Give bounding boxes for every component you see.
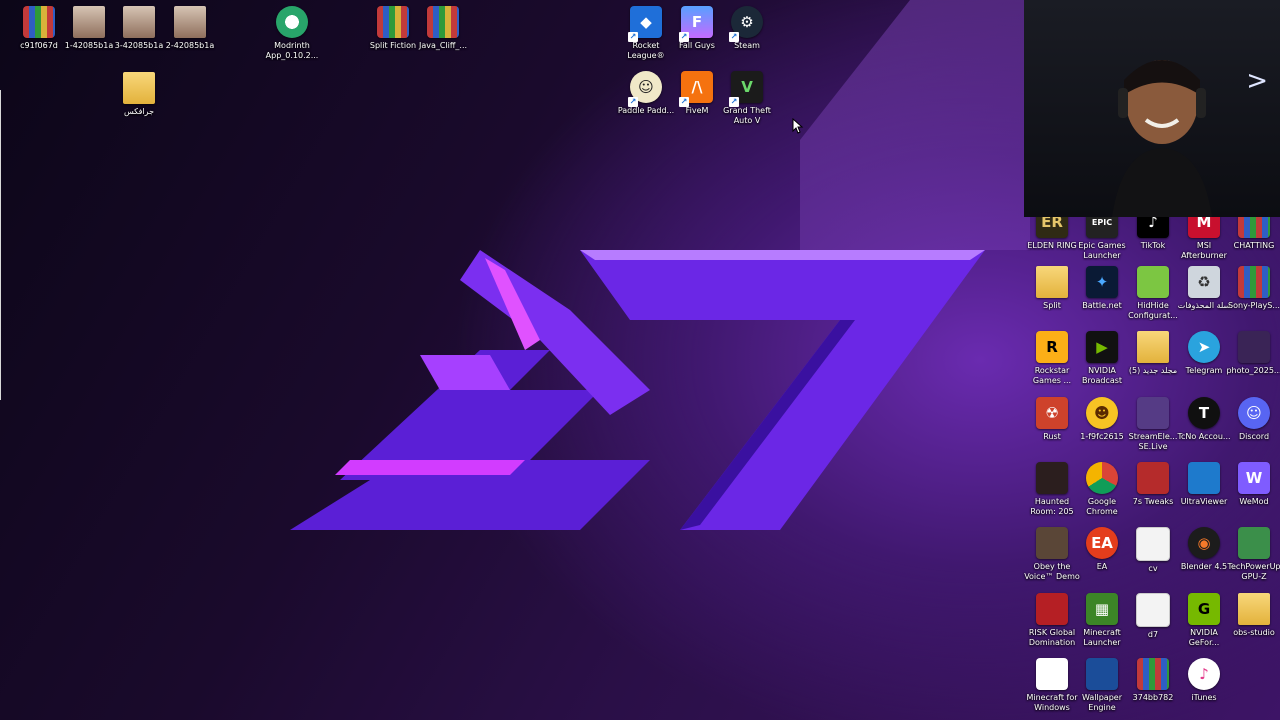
desktop-icon-modrinth[interactable]: Modrinth App_0.10.2... [263, 6, 321, 61]
risk-icon [1036, 593, 1068, 625]
wallpaper-engine-icon [1086, 658, 1118, 690]
streamer-avatar [1112, 60, 1212, 217]
chevron-right-icon: > [1246, 66, 1268, 96]
desktop-icon-java-cliff[interactable]: Java_Cliff_... [414, 6, 472, 51]
icon-label: Steam [734, 41, 760, 50]
ea-icon: EA [1086, 527, 1118, 559]
fall-guys-icon: F [679, 6, 713, 42]
rust-icon: ☢ [1036, 397, 1068, 429]
desktop-icon-wallpaper-engine[interactable]: Wallpaper Engine [1073, 658, 1131, 713]
recycle-bin-icon: ♻ [1188, 266, 1220, 298]
page-icon [1036, 658, 1068, 690]
document-icon [1136, 527, 1170, 561]
icon-label: Discord [1238, 432, 1270, 441]
fivem-icon: /\ [679, 71, 713, 107]
hidhide-icon [1137, 266, 1169, 298]
desktop-icon-nvidia[interactable]: ▶ NVIDIA Broadcast [1073, 331, 1131, 386]
desktop: c91f067d 1-42085b1a 3-42085b1a 2-42085b1… [0, 0, 1280, 720]
modrinth-icon [276, 6, 308, 38]
icon-label: 2-42085b1a [165, 41, 215, 50]
desktop-icon-2-42085b1a[interactable]: 2-42085b1a [161, 6, 219, 51]
emoji-icon: ☻ [1086, 397, 1118, 429]
image-icon [1238, 331, 1270, 363]
folder-icon [123, 72, 155, 104]
desktop-icon-gta-v[interactable]: V Grand Theft Auto V [718, 71, 776, 126]
icon-label: Modrinth App_0.10.2... [265, 41, 319, 60]
rocket-league-icon: ◆ [628, 6, 662, 42]
desktop-icon-gpuz[interactable]: TechPowerUp GPU-Z [1225, 527, 1280, 582]
icon-label: obs-studio [1233, 628, 1275, 637]
window-edge [0, 90, 1, 400]
winrar-icon [1137, 658, 1169, 690]
folder-icon [1137, 331, 1169, 363]
photo-icon [73, 6, 105, 38]
winrar-icon [427, 6, 459, 38]
tcno-icon: T [1188, 397, 1220, 429]
streamelements-icon [1137, 397, 1169, 429]
icon-label: Sony-PlayS... [1228, 301, 1280, 310]
battlenet-icon: ✦ [1086, 266, 1118, 298]
desktop-icon-wemod[interactable]: W WeMod [1225, 462, 1280, 507]
folder-icon [1238, 593, 1270, 625]
icon-label: Grand Theft Auto V [723, 106, 771, 125]
discord-icon: ☺ [1238, 397, 1270, 429]
desktop-icon-image[interactable]: photo_2025... [1225, 331, 1280, 376]
wemod-icon: W [1238, 462, 1270, 494]
tweaks-icon [1137, 462, 1169, 494]
icon-label: photo_2025... [1226, 366, 1280, 375]
blender-icon: ◉ [1188, 527, 1220, 559]
document-icon [1136, 593, 1170, 627]
desktop-icon-rocket-league[interactable]: ◆ Rocket League® [617, 6, 675, 61]
haunted-icon [1036, 462, 1068, 494]
icon-label: CHATTING [1233, 241, 1275, 250]
photo-icon [123, 6, 155, 38]
desktop-icon-winrar[interactable]: Sony-PlayS... [1225, 266, 1280, 311]
desktop-icon-itunes[interactable]: ♪ iTunes [1175, 658, 1233, 703]
icon-label: جرافكس [123, 107, 155, 116]
itunes-icon: ♪ [1188, 658, 1220, 690]
desktop-icon-steam[interactable]: ⚙ Steam [718, 6, 776, 51]
winrar-icon [377, 6, 409, 38]
wallpaper-logo [290, 250, 985, 530]
paddle-icon: ☺ [628, 71, 662, 107]
desktop-icon-folder[interactable]: obs-studio [1225, 593, 1280, 638]
icon-label: TechPowerUp GPU-Z [1227, 562, 1280, 581]
gta-icon: V [729, 71, 763, 107]
telegram-icon: ➤ [1188, 331, 1220, 363]
winrar-icon [23, 6, 55, 38]
desktop-icon-chrome[interactable]: Google Chrome [1073, 462, 1131, 517]
desktop-icon-discord[interactable]: ☺ Discord [1225, 397, 1280, 442]
webcam-overlay: > [1024, 0, 1280, 217]
photo-icon [174, 6, 206, 38]
minecraft-icon: ▦ [1086, 593, 1118, 625]
mouse-cursor-icon [792, 118, 804, 134]
steam-icon: ⚙ [729, 6, 763, 42]
desktop-icon-streamelements[interactable]: StreamEle... SE.Live [1124, 397, 1182, 452]
chrome-icon [1086, 462, 1118, 494]
icon-label: Java_Cliff_... [418, 41, 468, 50]
winrar-icon [1238, 266, 1270, 298]
icon-label: iTunes [1191, 693, 1217, 702]
folder-icon [1036, 266, 1068, 298]
icon-label: WeMod [1239, 497, 1269, 506]
nvidia-icon: ▶ [1086, 331, 1118, 363]
geforce-icon: G [1188, 593, 1220, 625]
ultraviewer-icon [1188, 462, 1220, 494]
desktop-icon-hidhide[interactable]: HidHide Configurat... [1124, 266, 1182, 321]
obey-icon [1036, 527, 1068, 559]
rockstar-icon: R [1036, 331, 1068, 363]
gpuz-icon [1238, 527, 1270, 559]
desktop-icon-graphics-folder[interactable]: جرافكس [110, 72, 168, 117]
